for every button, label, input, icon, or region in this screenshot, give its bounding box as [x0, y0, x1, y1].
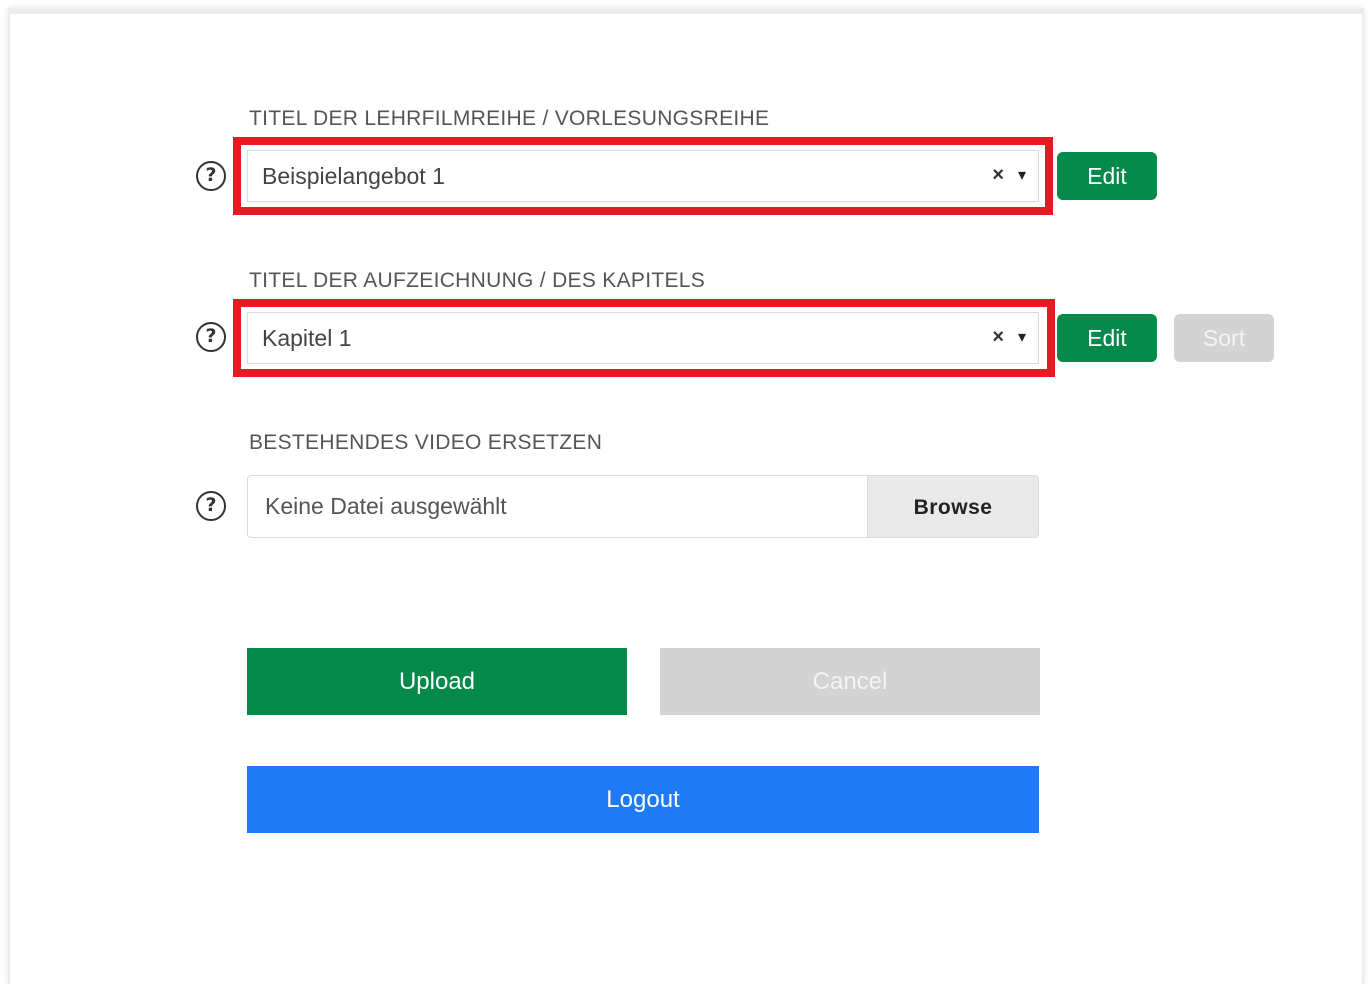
series-edit-button[interactable]: Edit	[1057, 152, 1157, 200]
browse-button[interactable]: Browse	[867, 476, 1038, 537]
chapter-dropdown-arrow-icon[interactable]: ▾	[1018, 327, 1026, 347]
file-status-text: Keine Datei ausgewählt	[265, 493, 507, 519]
series-select[interactable]: Beispielangebot 1 × ▾	[247, 150, 1039, 202]
video-help-icon[interactable]: ?	[196, 491, 226, 521]
chapter-select[interactable]: Kapitel 1 × ▾	[247, 312, 1039, 364]
series-clear-icon[interactable]: ×	[992, 164, 1004, 187]
upload-button[interactable]: Upload	[247, 648, 627, 715]
series-select-value: Beispielangebot 1	[262, 163, 445, 189]
chapter-sort-button[interactable]: Sort	[1174, 314, 1274, 362]
chapter-clear-icon[interactable]: ×	[992, 326, 1004, 349]
series-help-icon[interactable]: ?	[196, 161, 226, 191]
video-file-input[interactable]: Keine Datei ausgewählt Browse	[247, 475, 1039, 538]
video-replace-label: BESTEHENDES VIDEO ERSETZEN	[249, 431, 603, 454]
chapter-select-value: Kapitel 1	[262, 325, 352, 351]
logout-button[interactable]: Logout	[247, 766, 1039, 833]
series-dropdown-arrow-icon[interactable]: ▾	[1018, 165, 1026, 185]
series-title-label: TITEL DER LEHRFILMREIHE / VORLESUNGSREIH…	[249, 107, 770, 130]
cancel-button[interactable]: Cancel	[660, 648, 1040, 715]
chapter-title-label: TITEL DER AUFZEICHNUNG / DES KAPITELS	[249, 269, 706, 292]
chapter-help-icon[interactable]: ?	[196, 322, 226, 352]
chapter-edit-button[interactable]: Edit	[1057, 314, 1157, 362]
